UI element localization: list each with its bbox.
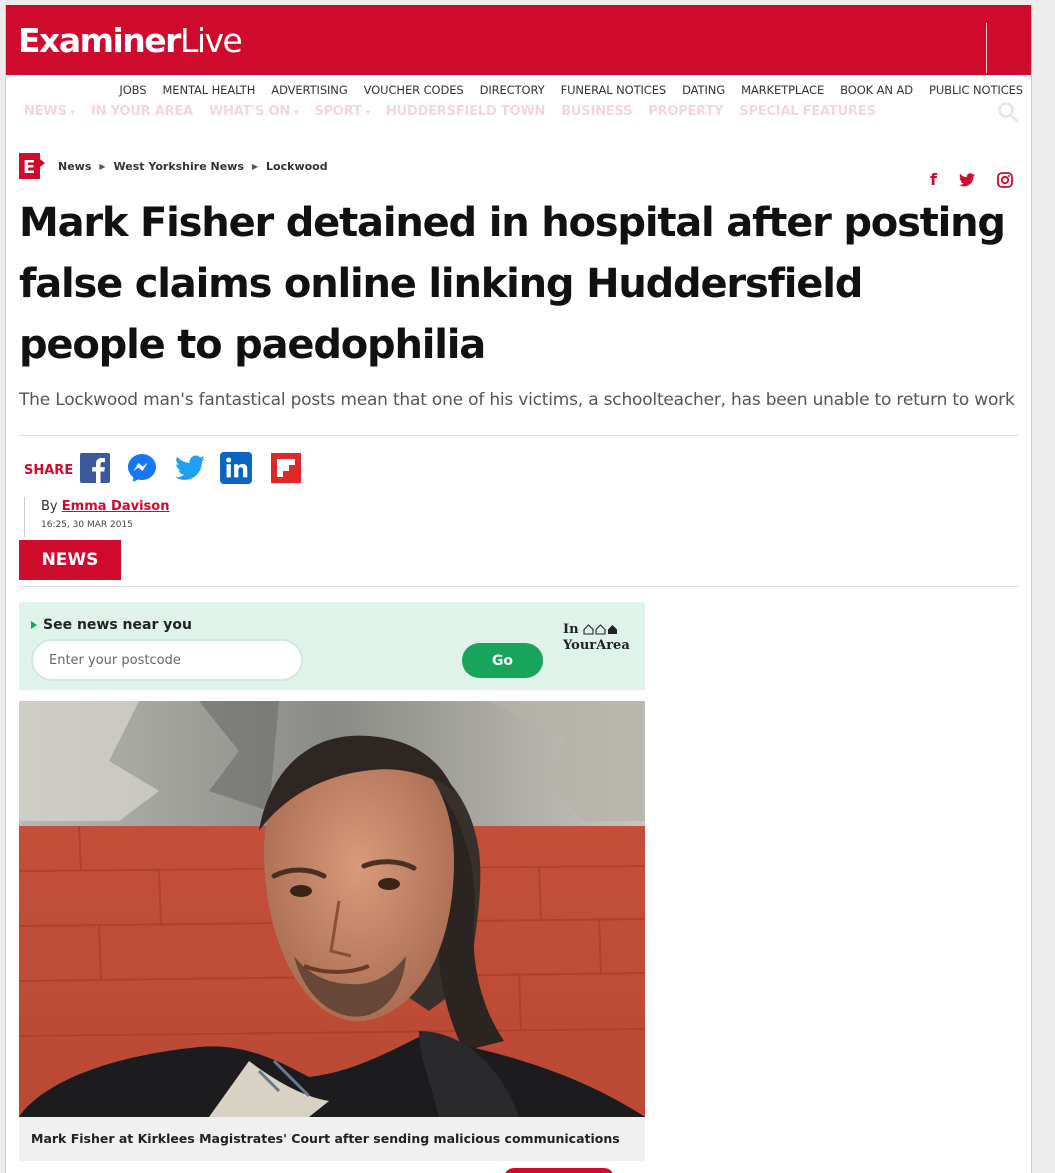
author-link[interactable]: Emma Davison [62, 499, 170, 514]
util-nav-marketplace[interactable]: MARKETPLACE [741, 83, 824, 97]
article-standfirst: The Lockwood man's fantastical posts mea… [19, 390, 1015, 410]
chevron-down-icon: ▾ [70, 108, 76, 118]
util-nav-directory[interactable]: DIRECTORY [480, 83, 545, 97]
share-linkedin-button[interactable] [220, 451, 252, 485]
util-nav-public-notices[interactable]: PUBLIC NOTICES [929, 83, 1023, 97]
brand-e-icon[interactable]: E [19, 153, 45, 179]
chevron-right-icon: ▶ [99, 162, 106, 171]
section-tag[interactable]: NEWS [19, 540, 121, 580]
share-twitter-button[interactable] [174, 451, 206, 485]
util-nav-funeral-notices[interactable]: FUNERAL NOTICES [561, 83, 667, 97]
logo-bold-text: Examiner [18, 21, 181, 60]
main-nav-in-your-area[interactable]: IN YOUR AREA [91, 104, 193, 119]
linkedin-icon [220, 452, 252, 484]
divider [19, 435, 1019, 436]
share-messenger-button[interactable] [126, 451, 158, 485]
publish-date: 16:25, 30 MAR 2015 [41, 520, 133, 530]
postcode-input[interactable] [31, 639, 303, 681]
util-nav-advertising[interactable]: ADVERTISING [271, 83, 347, 97]
site-header: ExaminerLive [6, 5, 1031, 75]
triangle-right-icon [31, 621, 37, 629]
brand-e-letter: E [23, 157, 35, 178]
inyourarea-logo[interactable]: In YourArea [563, 622, 630, 654]
article-headline: Mark Fisher detained in hospital after p… [19, 200, 1006, 368]
main-nav-special-features[interactable]: SPECIAL FEATURES [739, 104, 876, 119]
chevron-down-icon: ▾ [294, 108, 299, 118]
breadcrumb-west-yorkshire-news[interactable]: West Yorkshire News [114, 160, 244, 173]
header-divider [986, 23, 987, 73]
messenger-icon [128, 454, 156, 482]
postcode-widget-title: See news near you [43, 617, 192, 633]
image-caption: Mark Fisher at Kirklees Magistrates' Cou… [19, 1117, 645, 1161]
page: ExaminerLive JOBS MENTAL HEALTH ADVERTIS… [5, 5, 1032, 1173]
postcode-widget: See news near you Go In YourArea [19, 602, 645, 690]
postcode-go-button[interactable]: Go [462, 643, 543, 678]
main-nav-property[interactable]: PROPERTY [648, 104, 723, 119]
twitter-icon [175, 455, 205, 480]
main-nav-business[interactable]: BUSINESS [561, 104, 632, 119]
houses-icon [583, 624, 618, 635]
share-flipboard-button[interactable] [270, 451, 302, 485]
main-nav: NEWS ▾ IN YOUR AREA WHAT'S ON ▾ SPORT ▾ HUD… [6, 101, 1031, 125]
divider [19, 586, 1019, 587]
share-facebook-button[interactable] [79, 451, 111, 485]
logo-light-text: Live [179, 21, 243, 60]
portrait-photo [19, 701, 645, 1117]
util-nav-voucher-codes[interactable]: VOUCHER CODES [364, 83, 464, 97]
main-nav-whats-on[interactable]: WHAT'S ON ▾ [209, 104, 299, 119]
inyourarea-wordmark: YourArea [563, 638, 630, 653]
facebook-icon[interactable]: f [930, 170, 937, 189]
byline: By Emma Davison [41, 499, 169, 514]
util-nav-mental-health[interactable]: MENTAL HEALTH [162, 83, 255, 97]
social-follow-links: f [930, 170, 1013, 189]
twitter-icon[interactable] [959, 172, 975, 187]
share-label: SHARE [24, 463, 74, 478]
byline-divider [24, 497, 25, 537]
main-nav-news[interactable]: NEWS ▾ [24, 104, 75, 119]
bottom-button-edge[interactable] [504, 1168, 614, 1173]
search-icon[interactable] [997, 101, 1019, 123]
facebook-icon [80, 453, 110, 483]
main-nav-sport[interactable]: SPORT ▾ [314, 104, 370, 119]
breadcrumb-news[interactable]: News [58, 160, 91, 173]
breadcrumb: News ▶ West Yorkshire News ▶ Lockwood [58, 160, 328, 173]
util-nav-dating[interactable]: DATING [682, 83, 725, 97]
util-nav-jobs[interactable]: JOBS [119, 83, 146, 97]
breadcrumb-lockwood[interactable]: Lockwood [266, 160, 328, 173]
util-nav-book-an-ad[interactable]: BOOK AN AD [840, 83, 913, 97]
main-nav-huddersfield-town[interactable]: HUDDERSFIELD TOWN [386, 104, 545, 119]
chevron-down-icon: ▾ [365, 108, 371, 118]
byline-prefix: By [41, 499, 58, 514]
chevron-right-icon: ▶ [251, 162, 259, 171]
flipboard-icon [271, 453, 301, 483]
instagram-icon[interactable] [997, 171, 1013, 188]
article-hero-image[interactable] [19, 701, 645, 1117]
site-logo[interactable]: ExaminerLive [18, 21, 243, 61]
